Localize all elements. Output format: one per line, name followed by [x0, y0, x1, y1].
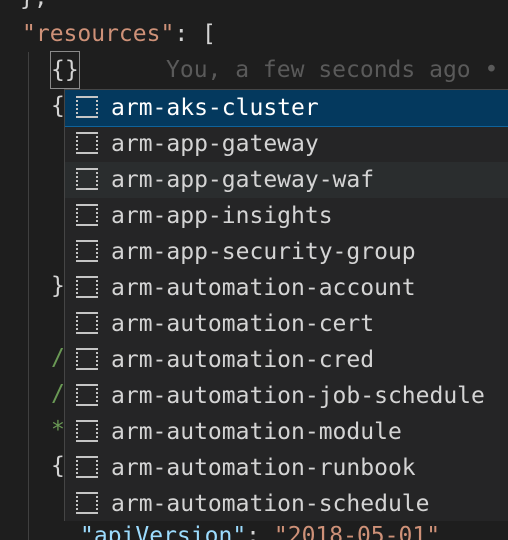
suggestion-item[interactable]: arm-automation-module — [65, 414, 508, 450]
suggestion-label: arm-automation-runbook — [111, 455, 416, 481]
git-blame-annotation: You, a few seconds ago • — [166, 57, 499, 83]
code-line-comment: / — [51, 345, 65, 371]
snippet-icon — [76, 240, 98, 262]
code-editor[interactable]: }, "resources": [ {} You, a few seconds … — [0, 0, 508, 540]
suggestion-widget[interactable]: arm-aks-cluster arm-app-gateway arm-app-ga… — [64, 89, 508, 521]
code-line-resources: "resources": [ — [22, 16, 216, 52]
suggestion-item[interactable]: arm-app-security-group — [65, 234, 508, 270]
suggestion-item[interactable]: arm-app-insights — [65, 198, 508, 234]
suggestion-item[interactable]: arm-app-gateway-waf — [65, 162, 508, 198]
snippet-icon — [76, 348, 98, 370]
code-line-open-brace: { — [51, 93, 65, 119]
snippet-icon — [76, 456, 98, 478]
suggestion-label: arm-app-gateway-waf — [111, 167, 375, 193]
snippet-icon — [76, 132, 98, 154]
resources-key: "resources" — [22, 21, 175, 47]
suggestion-item[interactable]: arm-automation-runbook — [65, 450, 508, 486]
suggestion-label: arm-automation-cert — [111, 311, 375, 337]
code-line-close-brace: } — [51, 273, 65, 299]
suggestion-item[interactable]: arm-aks-cluster — [65, 90, 508, 127]
suggestion-item[interactable]: arm-automation-schedule — [65, 486, 508, 521]
snippet-icon — [76, 168, 98, 190]
indent-guide — [28, 52, 29, 540]
suggestion-label: arm-app-insights — [111, 203, 333, 229]
suggestion-label: arm-aks-cluster — [111, 95, 319, 121]
suggestion-item[interactable]: arm-app-gateway — [65, 126, 508, 162]
suggestion-label: arm-automation-schedule — [111, 491, 430, 517]
code-line: }, — [20, 0, 48, 16]
code-line-cursor: {} — [50, 51, 80, 89]
snippet-icon — [76, 492, 98, 514]
code-line-comment: * — [51, 417, 65, 443]
snippet-icon — [76, 312, 98, 334]
suggestion-label: arm-automation-cred — [111, 347, 375, 373]
code-line-comment: / — [51, 381, 65, 407]
matched-brace-pair[interactable]: {} — [50, 51, 80, 89]
apiversion-value: "2018-05-01" — [273, 523, 441, 540]
snippet-icon — [76, 96, 98, 118]
suggestion-label: arm-app-gateway — [111, 131, 319, 157]
suggestion-item[interactable]: arm-automation-cert — [65, 306, 508, 342]
snippet-icon — [76, 204, 98, 226]
suggestion-label: arm-automation-module — [111, 419, 402, 445]
apiversion-colon: : — [246, 523, 274, 540]
code-line-apiversion: "apiVersion": "2018-05-01" — [80, 518, 440, 540]
suggestion-label: arm-app-security-group — [111, 239, 416, 265]
code-line-open-brace: { — [51, 453, 65, 479]
snippet-icon — [76, 420, 98, 442]
suggestion-item[interactable]: arm-automation-job-schedule — [65, 378, 508, 414]
suggestion-item[interactable]: arm-automation-cred — [65, 342, 508, 378]
suggestion-item[interactable]: arm-automation-account — [65, 270, 508, 306]
snippet-icon — [76, 276, 98, 298]
snippet-icon — [76, 384, 98, 406]
suggestion-label: arm-automation-job-schedule — [111, 383, 485, 409]
suggestion-label: arm-automation-account — [111, 275, 416, 301]
apiversion-key: "apiVersion" — [80, 523, 247, 540]
resources-punctuation: : [ — [174, 21, 216, 47]
